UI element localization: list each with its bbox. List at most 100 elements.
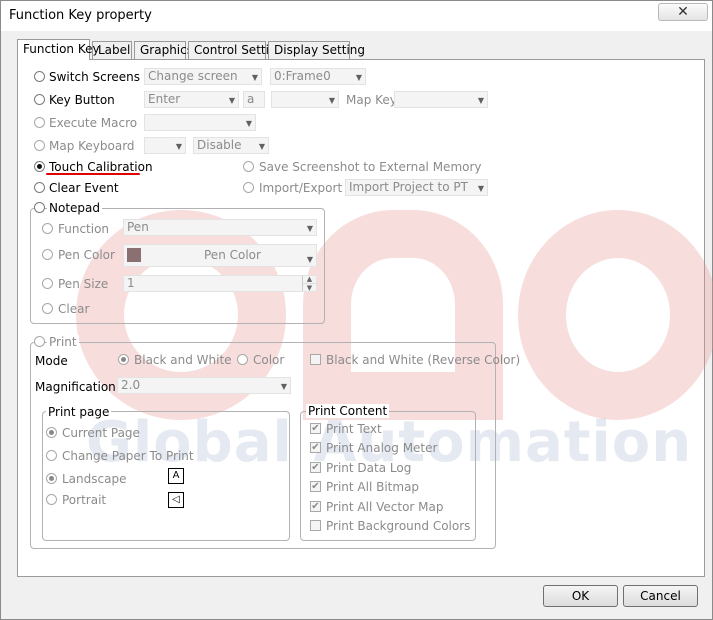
chevron-down-icon: ▼: [245, 119, 252, 128]
color-mode-label: Color: [253, 353, 285, 367]
spin-up-icon: ▲: [303, 276, 316, 284]
print-label: Print: [47, 335, 79, 349]
import-export-label: Import/Export: [259, 181, 343, 195]
chevron-down-icon: ▼: [280, 382, 287, 391]
execute-macro-label: Execute Macro: [49, 116, 138, 130]
print-page-title: Print page: [46, 405, 112, 419]
reverse-color-label: Black and White (Reverse Color): [326, 353, 521, 367]
macro-select[interactable]: ▼: [144, 114, 256, 131]
print-content-label: Print All Bitmap: [326, 480, 420, 494]
save-screenshot-radio[interactable]: [243, 161, 254, 172]
chevron-down-icon: ▼: [306, 224, 313, 233]
chevron-down-icon: ▼: [328, 96, 335, 105]
close-icon: ✕: [677, 4, 689, 20]
notepad-function-radio[interactable]: [42, 223, 53, 234]
import-export-select[interactable]: Import Project to PT ▼: [345, 179, 488, 196]
notepad-label: Notepad: [47, 201, 102, 215]
window-title: Function Key property: [9, 8, 152, 23]
key-modifier-select[interactable]: ▼: [271, 91, 339, 108]
print-content-checkbox[interactable]: ✔: [310, 501, 321, 512]
pen-color-select[interactable]: Pen Color ▼: [123, 244, 317, 267]
map-keyboard-radio[interactable]: [34, 140, 45, 151]
change-paper-label: Change Paper To Print: [62, 449, 194, 463]
clear-event-label: Clear Event: [49, 181, 119, 195]
function-key-panel: Global Automation Switch Screens Change …: [17, 59, 713, 577]
key-button-label: Key Button: [49, 93, 115, 107]
change-screen-select[interactable]: Change screen ▼: [144, 68, 262, 85]
watermark-letter-c: [518, 210, 713, 420]
tab-control-setting[interactable]: Control Setting: [188, 41, 284, 59]
map-key-select[interactable]: ▼: [394, 91, 488, 108]
chevron-down-icon: ▼: [477, 96, 484, 105]
bw-mode-radio[interactable]: [118, 354, 129, 365]
chevron-down-icon: ▼: [228, 96, 235, 105]
pen-size-radio[interactable]: [42, 278, 53, 289]
chevron-down-icon: ▼: [251, 73, 258, 82]
print-content-checkbox[interactable]: ✔: [310, 423, 321, 434]
import-export-radio[interactable]: [243, 182, 254, 193]
key-button-radio[interactable]: [34, 94, 45, 105]
portrait-radio[interactable]: [46, 494, 57, 505]
print-content-label: Print Analog Meter: [326, 441, 438, 455]
frame-select[interactable]: 0:Frame0 ▼: [270, 68, 366, 85]
key-select[interactable]: Enter ▼: [144, 91, 239, 108]
pen-color-radio[interactable]: [42, 249, 53, 260]
tab-function-key[interactable]: Function Key: [17, 39, 100, 60]
chevron-down-icon: ▼: [175, 142, 182, 151]
landscape-label: Landscape: [62, 472, 127, 486]
save-screenshot-label: Save Screenshot to External Memory: [259, 160, 482, 174]
landscape-radio[interactable]: [46, 473, 57, 484]
touch-calibration-radio[interactable]: [34, 161, 45, 172]
current-page-label: Current Page: [62, 426, 140, 440]
magnification-select[interactable]: 2.0 ▼: [117, 377, 291, 394]
map-keyboard-label: Map Keyboard: [49, 139, 135, 153]
cancel-button[interactable]: Cancel: [623, 585, 698, 607]
notepad-clear-label: Clear: [58, 302, 90, 316]
print-content-label: Print Data Log: [326, 461, 412, 475]
portrait-label: Portrait: [62, 493, 107, 507]
highlight-underline: [46, 173, 140, 175]
print-content-checkbox[interactable]: ✔: [310, 462, 321, 473]
pen-size-spinner[interactable]: ▲ ▼: [302, 276, 316, 292]
title-bar: Function Key property ✕: [1, 1, 712, 31]
ok-button[interactable]: OK: [543, 585, 618, 607]
print-content-checkbox[interactable]: [310, 520, 321, 531]
chevron-down-icon: ▼: [258, 142, 265, 151]
print-content-title: Print Content: [306, 404, 390, 418]
key-char-field[interactable]: a: [243, 91, 265, 108]
reverse-color-checkbox[interactable]: [310, 354, 321, 365]
close-button[interactable]: ✕: [658, 3, 708, 21]
map-keyboard-select[interactable]: ▼: [144, 137, 186, 154]
mode-label: Mode: [35, 354, 68, 368]
pen-color-label: Pen Color: [58, 248, 115, 262]
function-key-dialog: Function Key property ✕ Function Key Lab…: [0, 0, 713, 620]
chevron-down-icon: ▼: [306, 255, 313, 264]
chevron-down-icon: ▼: [477, 184, 484, 193]
current-page-radio[interactable]: [46, 427, 57, 438]
notepad-function-select[interactable]: Pen ▼: [123, 219, 317, 236]
pen-color-swatch: [127, 248, 141, 262]
color-mode-radio[interactable]: [237, 354, 248, 365]
change-paper-radio[interactable]: [46, 450, 57, 461]
tab-graphics[interactable]: Graphics: [134, 41, 193, 59]
landscape-icon: A: [168, 468, 184, 484]
switch-screens-radio[interactable]: [34, 71, 45, 82]
tab-display-setting[interactable]: Display Setting: [268, 41, 365, 59]
clear-event-radio[interactable]: [34, 182, 45, 193]
print-content-label: Print Text: [326, 422, 382, 436]
spin-down-icon: ▼: [306, 284, 313, 292]
switch-screens-label: Switch Screens: [49, 70, 140, 84]
pen-size-field[interactable]: 1 ▲ ▼: [123, 275, 317, 292]
chevron-down-icon: ▼: [355, 73, 362, 82]
map-keyboard-state-select[interactable]: Disable ▼: [193, 137, 269, 154]
print-radio[interactable]: [34, 336, 45, 347]
notepad-radio[interactable]: [34, 202, 45, 213]
map-key-label: Map Key: [346, 93, 397, 107]
execute-macro-radio[interactable]: [34, 117, 45, 128]
bw-mode-label: Black and White: [134, 353, 232, 367]
print-content-label: Print All Vector Map: [326, 500, 444, 514]
print-content-checkbox[interactable]: ✔: [310, 481, 321, 492]
print-content-checkbox[interactable]: ✔: [310, 442, 321, 453]
magnification-label: Magnification: [35, 380, 116, 394]
notepad-clear-radio[interactable]: [42, 303, 53, 314]
